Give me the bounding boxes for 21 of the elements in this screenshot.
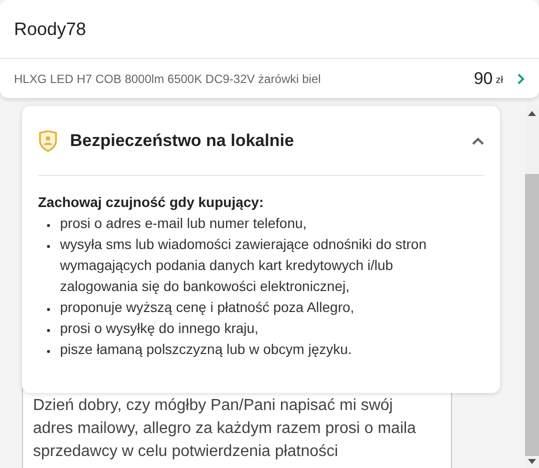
list-item: proponuje wyższą cenę i płatność poza Allegro,	[60, 298, 356, 317]
shield-person-icon	[38, 130, 58, 152]
chevron-right-icon[interactable]	[517, 72, 525, 84]
bullet-icon	[47, 350, 50, 353]
list-item: pisze łamaną polszczyzną lub w obcym języku.	[60, 340, 353, 359]
scroll-up-icon[interactable]	[528, 111, 536, 116]
bullet-icon	[47, 329, 50, 332]
message-text: Dzień dobry, czy mógłby Pan/Pani napisać mi swój adres mailowy, allegro za każdym razem prosi o maila sprzedawcy w celu potwierdzenia płatności	[33, 396, 417, 462]
chevron-up-icon[interactable]	[472, 136, 484, 144]
username: Roody78	[14, 18, 86, 41]
list-item: prosi o wysyłkę do innego kraju,	[60, 319, 260, 338]
list-item: prosi o adres e-mail lub numer telefonu,	[60, 214, 308, 233]
currency: zł	[496, 74, 503, 88]
bullet-icon	[47, 245, 50, 248]
warning-heading: Zachowaj czujność gdy kupujący:	[38, 193, 265, 212]
bullet-icon	[47, 308, 50, 311]
price: 90	[474, 68, 493, 90]
panel-title: Bezpieczeństwo na lokalnie	[70, 130, 295, 152]
product-title[interactable]: HLXG LED H7 COB 8000lm 6500K DC9-32V żarówki biel	[14, 70, 474, 88]
scroll-down-icon[interactable]	[528, 459, 536, 464]
bullet-icon	[47, 224, 50, 227]
